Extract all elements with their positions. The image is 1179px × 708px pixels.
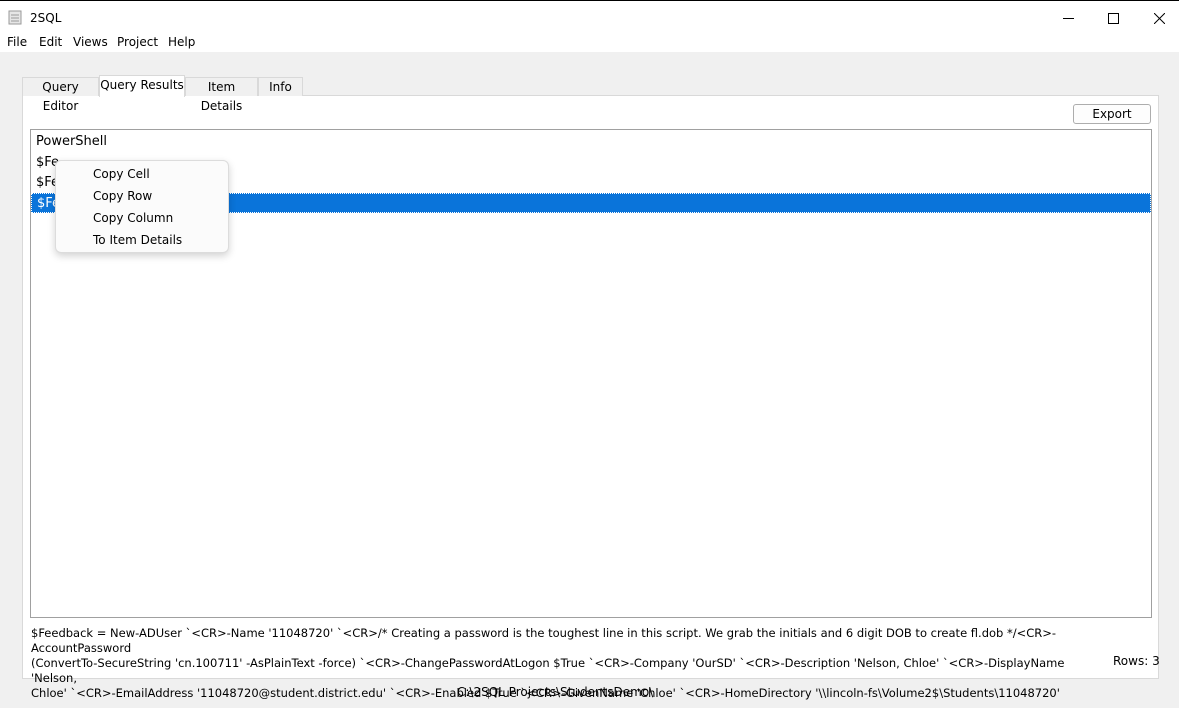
menu-copy-column[interactable]: Copy Column bbox=[93, 211, 173, 225]
rows-count: Rows: 3 bbox=[1113, 654, 1160, 668]
export-button[interactable]: Export bbox=[1073, 104, 1151, 124]
maximize-button[interactable] bbox=[1090, 1, 1136, 35]
tab-query-results[interactable]: Query Results bbox=[99, 75, 185, 97]
detail-line: $Feedback = New-ADUser `<CR>-Name '11048… bbox=[31, 626, 1057, 655]
title-bar: 2SQL bbox=[0, 0, 1179, 35]
close-button[interactable] bbox=[1136, 1, 1179, 35]
menu-copy-cell[interactable]: Copy Cell bbox=[93, 167, 150, 181]
detail-line: (ConvertTo-SecureString 'cn.100711' -AsP… bbox=[31, 656, 1065, 685]
project-path: C:\2SQL Projects\StudentsDemo\ bbox=[457, 685, 654, 699]
app-icon bbox=[8, 10, 22, 25]
menu-project[interactable]: Project bbox=[117, 35, 158, 49]
context-menu: Copy Cell Copy Row Copy Column To Item D… bbox=[55, 160, 229, 253]
maximize-icon bbox=[1107, 12, 1119, 24]
menu-bar: File Edit Views Project Help bbox=[0, 34, 1179, 52]
minimize-icon bbox=[1062, 17, 1074, 19]
minimize-button[interactable] bbox=[1045, 1, 1091, 35]
window-title: 2SQL bbox=[30, 11, 62, 25]
menu-file[interactable]: File bbox=[7, 35, 27, 49]
close-icon bbox=[1153, 12, 1165, 24]
column-header[interactable]: PowerShell bbox=[31, 132, 1151, 152]
menu-edit[interactable]: Edit bbox=[39, 35, 62, 49]
tab-query-editor[interactable]: Query Editor bbox=[22, 77, 99, 113]
menu-help[interactable]: Help bbox=[168, 35, 195, 49]
menu-copy-row[interactable]: Copy Row bbox=[93, 189, 152, 203]
tab-item-details[interactable]: Item Details bbox=[185, 77, 258, 113]
menu-views[interactable]: Views bbox=[73, 35, 108, 49]
menu-to-item-details[interactable]: To Item Details bbox=[93, 233, 182, 247]
tab-info[interactable]: Info bbox=[258, 77, 303, 96]
